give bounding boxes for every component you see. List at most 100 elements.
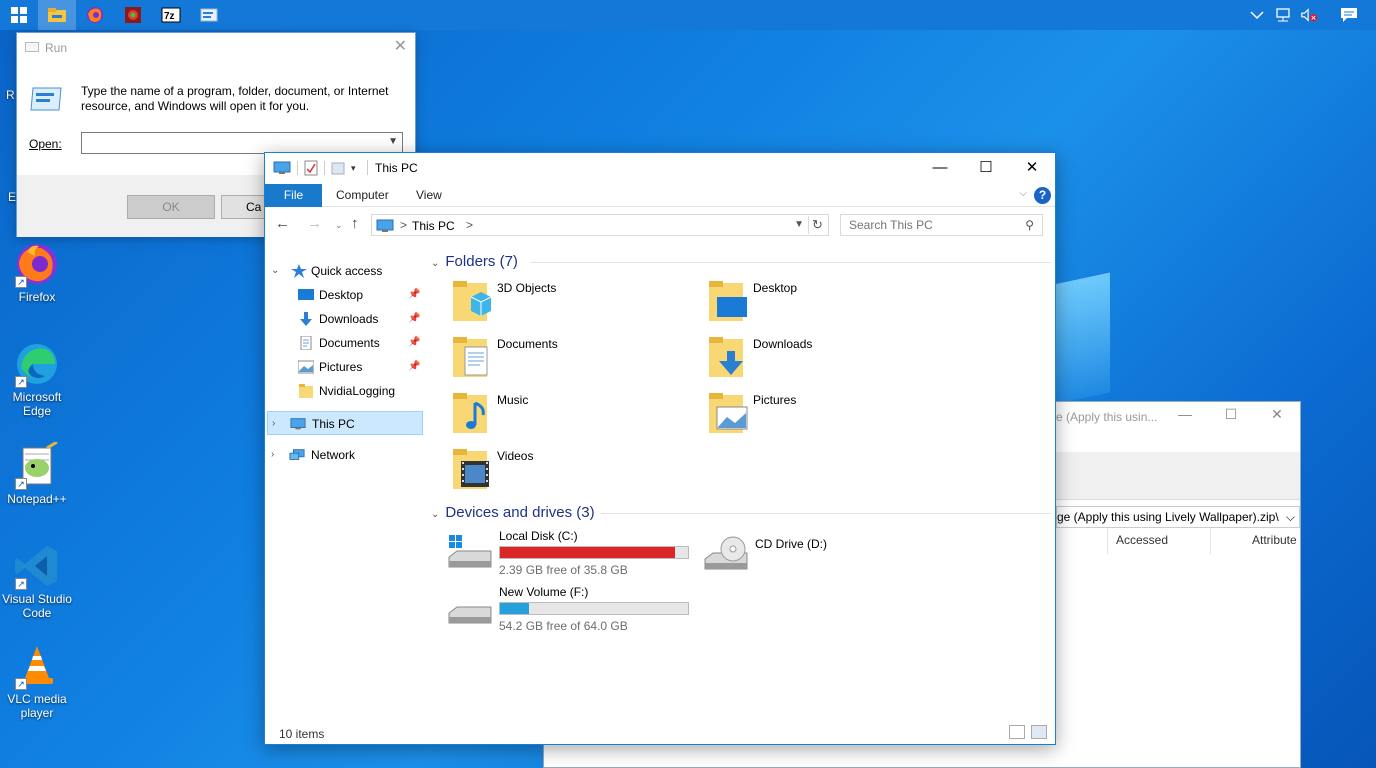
- minimize-button[interactable]: —: [1162, 406, 1208, 428]
- run-icon[interactable]: [190, 0, 228, 30]
- large-icons-view-icon[interactable]: [1031, 725, 1047, 739]
- open-combobox[interactable]: ▼: [81, 132, 403, 154]
- chevron-down-icon[interactable]: ▼: [794, 219, 804, 230]
- nav-item-nvidialogging[interactable]: NvidiaLogging: [265, 379, 425, 403]
- desktop-icon-notepadpp[interactable]: ↗ Notepad++: [0, 440, 74, 506]
- desktop-icon-vscode[interactable]: ↗ Visual Studio Code: [0, 542, 74, 620]
- star-icon: [291, 264, 307, 278]
- expand-ribbon-icon[interactable]: ⌵: [1019, 188, 1027, 199]
- cancel-button[interactable]: Ca: [221, 195, 265, 219]
- group-title: Folders (7): [445, 253, 518, 270]
- chevron-down-icon[interactable]: ▼: [388, 136, 398, 147]
- group-header-folders[interactable]: ⌄ Folders (7): [431, 253, 1051, 270]
- close-button[interactable]: ✕: [1009, 153, 1055, 183]
- breadcrumb-this-pc[interactable]: This PC: [412, 219, 455, 233]
- help-icon[interactable]: ?: [1034, 187, 1051, 204]
- column-header-accessed[interactable]: Accessed: [1116, 533, 1168, 547]
- nav-quick-access[interactable]: ⌄ Quick access: [265, 259, 425, 283]
- search-icon[interactable]: ⚲: [1025, 218, 1034, 232]
- chevron-right-icon[interactable]: ›: [271, 443, 274, 467]
- search-input[interactable]: [841, 215, 1011, 235]
- nav-item-documents[interactable]: Documents 📌: [265, 331, 425, 355]
- tab-view[interactable]: View: [416, 184, 442, 207]
- network-icon[interactable]: [1274, 6, 1292, 24]
- dialog-title: Run: [45, 41, 68, 55]
- refresh-icon[interactable]: ↻: [808, 216, 826, 234]
- folder-name: Downloads: [753, 337, 813, 351]
- windows-start-icon[interactable]: [0, 0, 38, 30]
- chevron-up-icon[interactable]: [1248, 6, 1266, 24]
- nav-network[interactable]: › Network: [265, 443, 425, 467]
- chevron-right-icon[interactable]: ›: [272, 412, 275, 436]
- group-title: Devices and drives (3): [445, 504, 595, 521]
- 7zip-icon[interactable]: 7z: [152, 0, 190, 30]
- notifications-icon[interactable]: [1340, 6, 1358, 24]
- up-arrow-icon[interactable]: ↑: [351, 215, 359, 232]
- folder-documents[interactable]: Documents: [451, 335, 691, 387]
- nav-item-pictures[interactable]: Pictures 📌: [265, 355, 425, 379]
- recent-locations-icon[interactable]: ⌄: [335, 220, 343, 231]
- close-button[interactable]: ✕: [394, 36, 407, 56]
- volume-muted-icon[interactable]: [1300, 6, 1318, 24]
- column-header-attributes[interactable]: Attribute: [1252, 533, 1297, 547]
- chevron-down-icon[interactable]: ⌄: [431, 509, 439, 520]
- system-tray: [1248, 0, 1376, 30]
- drive-name: Local Disk (C:): [499, 529, 578, 543]
- address-bar[interactable]: ge (Apply this using Lively Wallpaper).z…: [1056, 506, 1300, 528]
- address-bar[interactable]: > This PC > ▼ ↻: [371, 214, 829, 236]
- drive-usage-bar: [499, 602, 689, 615]
- vscode-icon: ↗: [13, 542, 61, 590]
- firefox-icon[interactable]: [76, 0, 114, 30]
- file-explorer-window[interactable]: ▾ This PC — ☐ ✕ File Computer View ⌵ ? ←…: [264, 152, 1056, 745]
- downloads-icon: [300, 312, 312, 326]
- minimize-button[interactable]: —: [917, 153, 963, 183]
- nav-this-pc[interactable]: › This PC: [267, 411, 423, 435]
- search-box[interactable]: ⚲: [840, 214, 1043, 236]
- drive-usage-bar: [499, 546, 689, 559]
- desktop-icon-vlc[interactable]: ↗ VLC media player: [0, 642, 74, 720]
- tab-computer[interactable]: Computer: [336, 184, 389, 207]
- nav-item-desktop[interactable]: Desktop 📌: [265, 283, 425, 307]
- chrome-like-icon[interactable]: [114, 0, 152, 30]
- breadcrumb-separator[interactable]: >: [400, 218, 407, 232]
- folder-desktop[interactable]: Desktop: [707, 279, 947, 331]
- drive-local-disk-c[interactable]: Local Disk (C:) 2.39 GB free of 35.8 GB: [447, 529, 697, 581]
- breadcrumb-separator[interactable]: >: [466, 218, 473, 232]
- chevron-down-icon[interactable]: ⌄: [431, 258, 439, 269]
- folder-music[interactable]: Music: [451, 391, 691, 443]
- nav-item-downloads[interactable]: Downloads 📌: [265, 307, 425, 331]
- close-button[interactable]: ✕: [1254, 406, 1300, 428]
- details-view-icon[interactable]: [1009, 725, 1025, 739]
- 7zip-label: 7z: [164, 11, 175, 22]
- nav-label: Desktop: [319, 288, 364, 302]
- this-pc-icon: [290, 418, 306, 430]
- nav-label: Downloads: [319, 312, 379, 326]
- file-explorer-icon[interactable]: [38, 0, 76, 30]
- nav-label: Pictures: [319, 360, 363, 374]
- maximize-button[interactable]: ☐: [963, 153, 1009, 183]
- folder-downloads[interactable]: Downloads: [707, 335, 947, 387]
- group-header-devices[interactable]: ⌄ Devices and drives (3): [431, 504, 1051, 521]
- customize-dropdown-icon[interactable]: ▾: [351, 163, 356, 174]
- cd-drive-icon: [704, 536, 748, 570]
- back-arrow-icon[interactable]: ←: [275, 215, 290, 232]
- drive-cd-d[interactable]: CD Drive (D:): [703, 529, 953, 581]
- folder-3d-objects[interactable]: 3D Objects: [451, 279, 691, 331]
- desktop-icon-edge[interactable]: ↗ Microsoft Edge: [0, 340, 74, 418]
- desktop-icon-firefox[interactable]: ↗ Firefox: [0, 240, 74, 304]
- folder-pictures[interactable]: Pictures: [707, 391, 947, 443]
- address-text: ge (Apply this using Lively Wallpaper).z…: [1057, 510, 1279, 524]
- new-folder-icon[interactable]: [331, 161, 345, 175]
- ok-button[interactable]: OK: [127, 195, 215, 219]
- drive-new-volume-f[interactable]: New Volume (F:) 54.2 GB free of 64.0 GB: [447, 585, 697, 637]
- tab-file[interactable]: File: [265, 184, 322, 207]
- folder-videos[interactable]: Videos: [451, 447, 691, 499]
- desktop-icon-label: Firefox: [18, 290, 56, 304]
- forward-arrow-icon[interactable]: →: [307, 215, 322, 232]
- pin-icon: 📌: [408, 361, 421, 372]
- vlc-icon: ↗: [13, 642, 61, 690]
- chevron-down-icon[interactable]: ⌵: [1286, 510, 1295, 525]
- maximize-button[interactable]: ☐: [1208, 406, 1254, 428]
- properties-icon[interactable]: [304, 160, 318, 176]
- chevron-down-icon[interactable]: ⌄: [271, 259, 279, 283]
